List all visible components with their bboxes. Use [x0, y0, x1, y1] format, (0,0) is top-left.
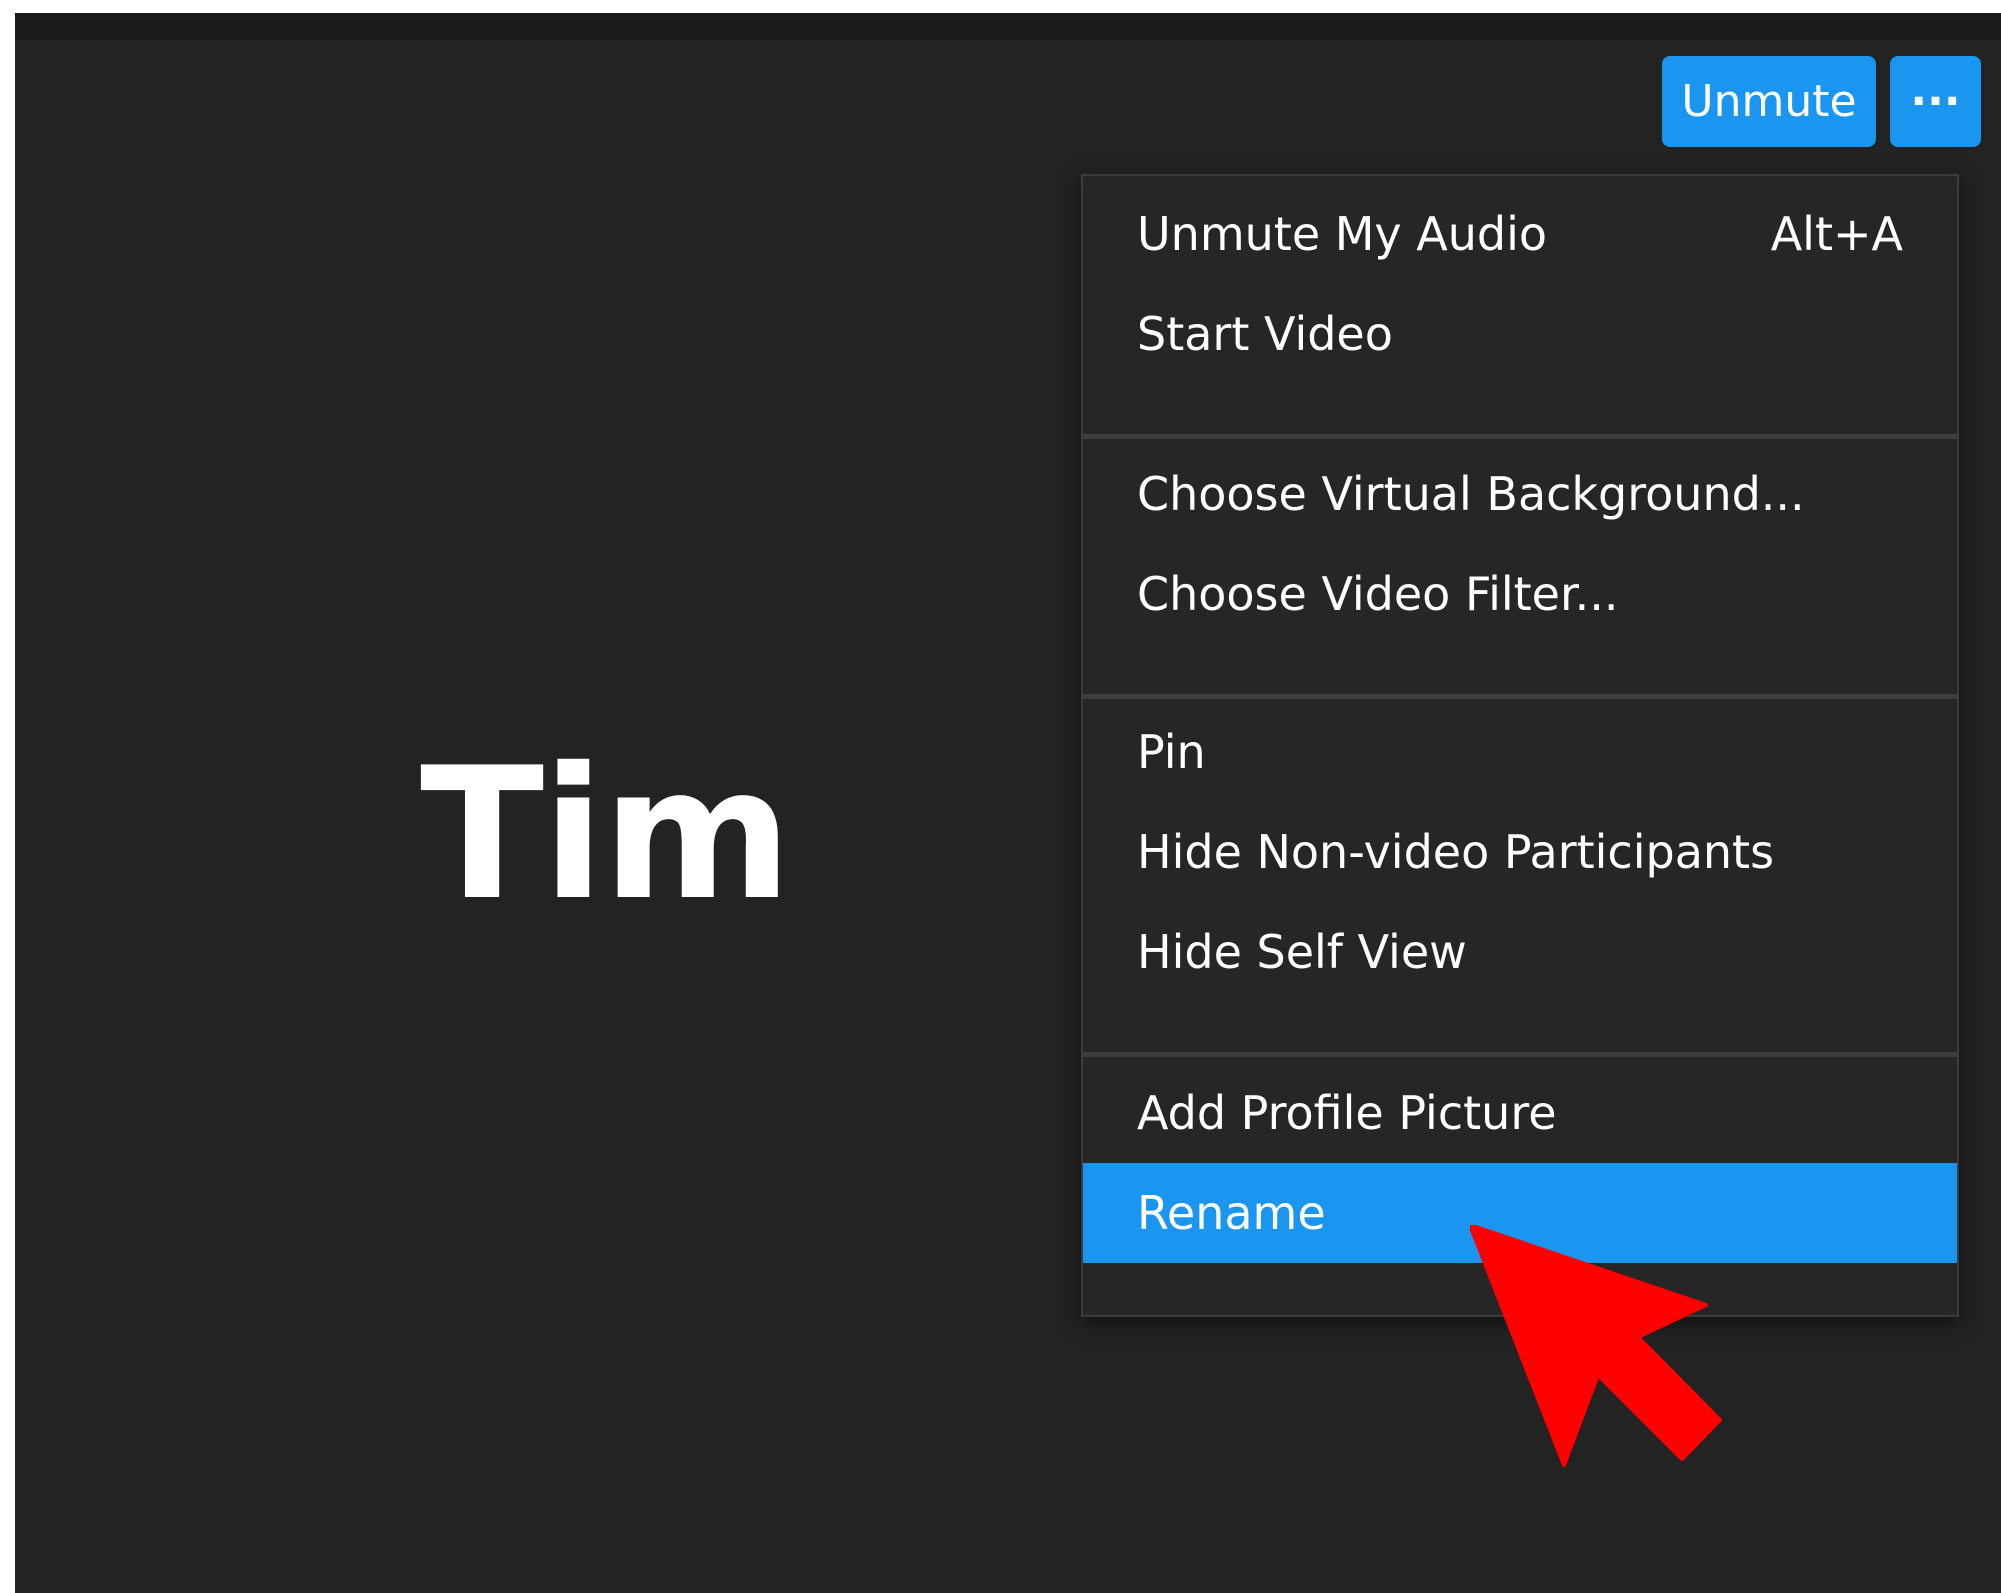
screen: Tim Unmute ··· Unmute My Audio Alt+A Sta… — [0, 0, 2001, 1593]
menu-item-label: Hide Non-video Participants — [1137, 825, 1775, 879]
menu-item-label: Choose Video Filter... — [1137, 567, 1619, 621]
participant-name: Tim — [420, 728, 792, 940]
unmute-button[interactable]: Unmute — [1662, 56, 1876, 147]
menu-item-label: Unmute My Audio — [1137, 207, 1548, 261]
menu-item-add-profile-picture[interactable]: Add Profile Picture — [1083, 1063, 1957, 1163]
top-bar — [15, 13, 2001, 40]
menu-separator — [1083, 1052, 1957, 1057]
menu-item-label: Pin — [1137, 725, 1206, 779]
red-arrow-cursor-icon — [1470, 1225, 1722, 1467]
menu-item-pin[interactable]: Pin — [1083, 702, 1957, 802]
menu-separator — [1083, 694, 1957, 699]
menu-item-start-video[interactable]: Start Video — [1083, 284, 1957, 384]
menu-item-label: Start Video — [1137, 307, 1393, 361]
menu-item-label: Choose Virtual Background... — [1137, 467, 1805, 521]
context-menu: Unmute My Audio Alt+A Start Video Choose… — [1081, 174, 1959, 1317]
menu-item-choose-video-filter[interactable]: Choose Video Filter... — [1083, 544, 1957, 644]
menu-item-shortcut: Alt+A — [1770, 207, 1903, 261]
menu-item-hide-non-video-participants[interactable]: Hide Non-video Participants — [1083, 802, 1957, 902]
menu-item-choose-virtual-background[interactable]: Choose Virtual Background... — [1083, 444, 1957, 544]
menu-item-unmute-my-audio[interactable]: Unmute My Audio Alt+A — [1083, 184, 1957, 284]
menu-item-label: Hide Self View — [1137, 925, 1467, 979]
menu-item-label: Add Profile Picture — [1137, 1086, 1557, 1140]
menu-separator — [1083, 434, 1957, 439]
more-options-button[interactable]: ··· — [1890, 56, 1981, 147]
menu-item-hide-self-view[interactable]: Hide Self View — [1083, 902, 1957, 1002]
